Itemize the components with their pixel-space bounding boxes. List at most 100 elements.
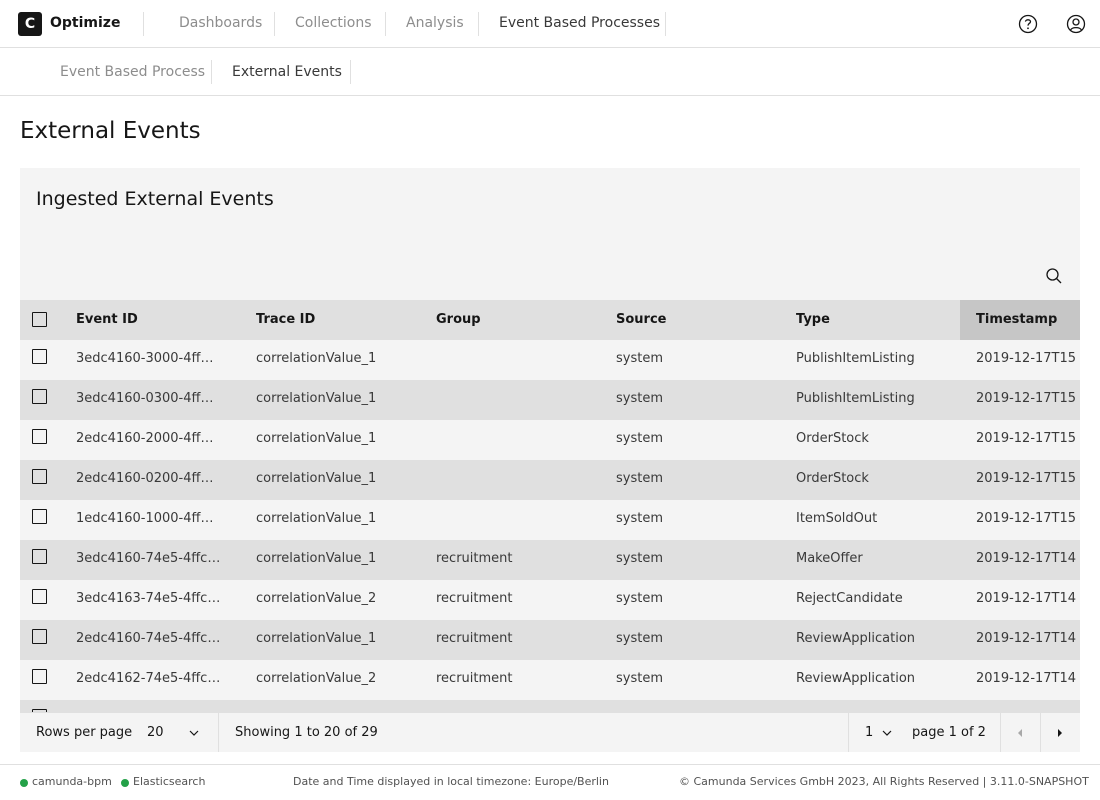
cell-trace-id: correlationValue_1 [256,551,377,566]
status-elasticsearch: Elasticsearch [133,775,206,788]
table-title: Ingested External Events [36,188,274,210]
cell-type: MakeOffer [796,551,863,566]
cell-timestamp: 2019-12-17T15 [976,511,1077,526]
cell-timestamp: 2019-12-17T15 [976,471,1077,486]
nav-event-based-processes[interactable]: Event Based Processes [499,15,660,31]
table-row[interactable]: 2edc4160-2000-4ff… correlationValue_1 sy… [20,420,1080,460]
search-icon[interactable] [1042,264,1066,288]
subnav-divider [211,60,212,84]
column-header-source[interactable]: Source [616,312,666,327]
cell-source: system [616,431,663,446]
row-checkbox[interactable] [32,509,47,524]
cell-type: OrderStock [796,471,869,486]
cell-type: ReviewApplication [796,631,916,646]
cell-type: ItemSoldOut [796,511,878,526]
table-row[interactable]: 3edc4160-3000-4ff… correlationValue_1 sy… [20,340,1080,380]
table-row-partial[interactable] [20,700,1080,712]
row-checkbox[interactable] [32,549,47,564]
row-checkbox[interactable] [32,629,47,644]
table-row[interactable]: 2edc4160-74e5-4ffc… correlationValue_1 r… [20,620,1080,660]
row-checkbox[interactable] [32,349,47,364]
row-checkbox[interactable] [32,469,47,484]
cell-trace-id: correlationValue_1 [256,351,377,366]
row-checkbox[interactable] [32,589,47,604]
column-header-type[interactable]: Type [796,312,830,327]
cell-group: recruitment [436,631,513,646]
select-all-checkbox[interactable] [32,312,47,327]
nav-divider [665,12,666,36]
cell-source: system [616,471,663,486]
next-page-icon[interactable] [1040,713,1080,752]
previous-page-icon[interactable] [1000,713,1040,752]
cell-event-id: 3edc4160-0300-4ff… [76,391,214,406]
nav-collections[interactable]: Collections [295,15,372,31]
page-select[interactable]: 1 [865,725,873,740]
nav-dashboards[interactable]: Dashboards [179,15,262,31]
cell-trace-id: correlationValue_1 [256,631,377,646]
cell-type: PublishItemListing [796,391,915,406]
row-checkbox[interactable] [32,669,47,684]
cell-source: system [616,551,663,566]
camunda-logo[interactable]: C [18,12,42,36]
app-name[interactable]: Optimize [50,15,120,31]
cell-event-id: 2edc4160-0200-4ff… [76,471,214,486]
cell-timestamp: 2019-12-17T15 [976,431,1077,446]
cell-type: OrderStock [796,431,869,446]
cell-event-id: 2edc4162-74e5-4ffc… [76,671,221,686]
cell-type: RejectCandidate [796,591,903,606]
table-row[interactable]: 3edc4163-74e5-4ffc… correlationValue_2 r… [20,580,1080,620]
table-header: Event ID Trace ID Group Source Type Time… [20,300,1080,340]
cell-source: system [616,591,663,606]
cell-timestamp: 2019-12-17T14 [976,591,1077,606]
table-row[interactable]: 1edc4160-1000-4ff… correlationValue_1 sy… [20,500,1080,540]
pagination-bar: Rows per page 20 Showing 1 to 20 of 29 1… [20,712,1080,752]
table-row[interactable]: 3edc4160-74e5-4ffc… correlationValue_1 r… [20,540,1080,580]
timezone-notice: Date and Time displayed in local timezon… [293,775,609,788]
cell-trace-id: correlationValue_1 [256,471,377,486]
cell-timestamp: 2019-12-17T15 [976,391,1077,406]
footer: camunda-bpm Elasticsearch Date and Time … [0,764,1100,800]
chevron-down-icon[interactable] [188,727,200,739]
status-dot-elasticsearch [121,779,129,787]
cell-source: system [616,391,663,406]
subnav-divider [350,60,351,84]
row-checkbox[interactable] [32,429,47,444]
nav-divider [478,12,479,36]
column-header-timestamp[interactable]: Timestamp [976,312,1057,327]
cell-trace-id: correlationValue_2 [256,591,377,606]
help-icon[interactable] [1018,14,1038,34]
cell-source: system [616,631,663,646]
nav-divider [385,12,386,36]
cell-timestamp: 2019-12-17T14 [976,551,1077,566]
rows-per-page-label: Rows per page [36,725,133,740]
cell-group: recruitment [436,671,513,686]
pager-divider [218,713,219,752]
tab-event-based-process[interactable]: Event Based Process [60,64,205,80]
table-row[interactable]: 3edc4160-0300-4ff… correlationValue_1 sy… [20,380,1080,420]
nav-analysis[interactable]: Analysis [406,15,464,31]
top-header: C Optimize Dashboards Collections Analys… [0,0,1100,48]
cell-source: system [616,671,663,686]
column-header-event-id[interactable]: Event ID [76,312,138,327]
cell-source: system [616,511,663,526]
cell-event-id: 3edc4160-74e5-4ffc… [76,551,221,566]
cell-trace-id: correlationValue_2 [256,671,377,686]
events-table-panel: Ingested External Events Event ID Trace … [20,168,1080,752]
table-row[interactable]: 2edc4160-0200-4ff… correlationValue_1 sy… [20,460,1080,500]
cell-trace-id: correlationValue_1 [256,391,377,406]
table-row[interactable]: 2edc4162-74e5-4ffc… correlationValue_2 r… [20,660,1080,700]
page-of-text: page 1 of 2 [912,725,986,740]
copyright-notice: © Camunda Services GmbH 2023, All Rights… [679,775,1089,788]
cell-event-id: 2edc4160-2000-4ff… [76,431,214,446]
chevron-down-icon[interactable] [881,727,893,739]
cell-group: recruitment [436,591,513,606]
user-icon[interactable] [1066,14,1086,34]
tab-external-events[interactable]: External Events [232,64,342,80]
rows-per-page-select[interactable]: 20 [147,725,164,740]
status-dot-camunda-bpm [20,779,28,787]
row-checkbox[interactable] [32,389,47,404]
column-header-group[interactable]: Group [436,312,481,327]
nav-divider [274,12,275,36]
table-body: 3edc4160-3000-4ff… correlationValue_1 sy… [20,340,1080,712]
column-header-trace-id[interactable]: Trace ID [256,312,315,327]
